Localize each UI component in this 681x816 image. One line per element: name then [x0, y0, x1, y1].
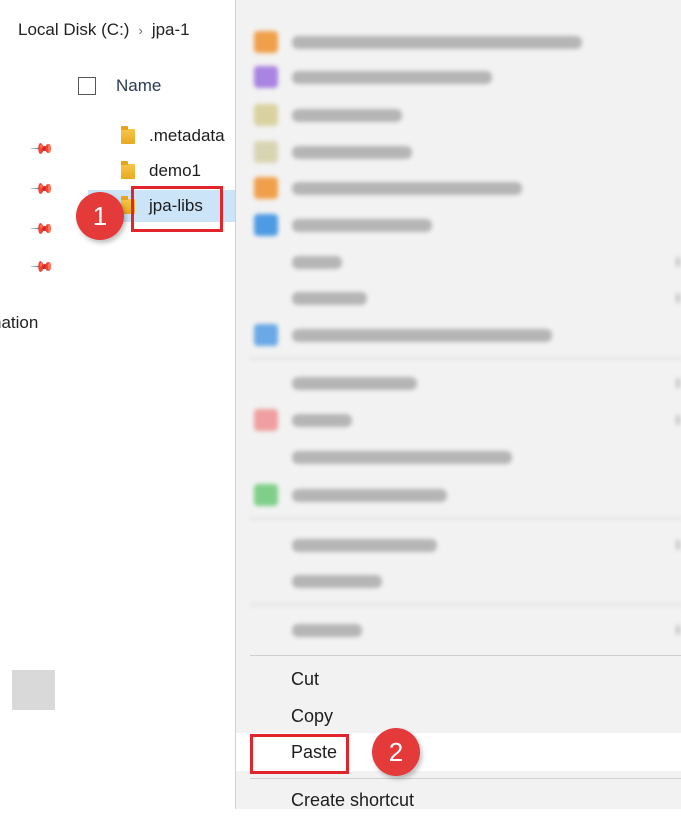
snagit-icon — [254, 409, 278, 431]
menu-item-blurred[interactable] — [292, 283, 367, 313]
archive-icon — [254, 484, 278, 506]
menu-item-blurred[interactable] — [254, 137, 412, 167]
select-all-checkbox[interactable] — [78, 77, 96, 95]
breadcrumb-local-disk[interactable]: Local Disk (C:) — [18, 20, 129, 40]
pin-icon[interactable]: 📌 — [29, 176, 55, 202]
file-name: demo1 — [149, 161, 201, 180]
folder-icon — [121, 125, 135, 144]
column-header-name[interactable]: Name — [116, 76, 161, 96]
menu-item-blurred[interactable] — [254, 62, 492, 92]
menu-item-blurred[interactable] — [254, 173, 522, 203]
step-badge-1: 1 — [76, 192, 124, 240]
nav-item-selected[interactable] — [12, 670, 55, 710]
breadcrumb: Local Disk (C:) › jpa-1 — [0, 0, 235, 60]
file-name: .metadata — [149, 126, 225, 145]
blurred-menu-items — [236, 0, 681, 655]
vscode-icon — [254, 214, 278, 236]
vlc-icon — [254, 31, 278, 53]
menu-item-blurred[interactable] — [254, 27, 582, 57]
menu-item-blurred[interactable] — [254, 405, 352, 435]
vlc-icon — [254, 177, 278, 199]
menu-item-cut[interactable]: Cut — [291, 663, 319, 695]
visual-studio-icon — [254, 66, 278, 88]
file-row-demo1[interactable]: demo1 — [88, 155, 235, 187]
menu-item-blurred[interactable] — [254, 100, 402, 130]
nav-item-partial[interactable]: nation — [0, 313, 38, 333]
chevron-right-icon[interactable]: › — [138, 23, 142, 38]
menu-item-blurred[interactable] — [292, 368, 417, 398]
pin-icon[interactable]: 📌 — [29, 216, 55, 242]
menu-item-blurred[interactable] — [254, 480, 447, 510]
pin-icon[interactable]: 📌 — [29, 136, 55, 162]
file-row-metadata[interactable]: .metadata — [88, 120, 235, 152]
menu-item-blurred[interactable] — [254, 210, 432, 240]
highlight-box-jpa-libs — [131, 186, 223, 232]
folder-icon — [121, 160, 135, 179]
menu-separator — [250, 778, 681, 779]
menu-item-blurred[interactable] — [292, 615, 362, 645]
menu-item-blurred[interactable] — [292, 566, 382, 596]
menu-item-copy[interactable]: Copy — [291, 700, 333, 732]
menu-item-blurred[interactable] — [292, 530, 437, 560]
defender-icon — [254, 324, 278, 346]
breadcrumb-jpa-1[interactable]: jpa-1 — [152, 20, 190, 40]
column-header-row: Name — [78, 74, 161, 98]
menu-item-blurred[interactable] — [254, 320, 552, 350]
menu-separator — [250, 655, 681, 656]
context-menu: Cut Copy Paste Create shortcut — [235, 0, 681, 810]
menu-item-blurred[interactable] — [292, 442, 512, 472]
menu-item-blurred[interactable] — [292, 247, 342, 277]
pin-icon[interactable]: 📌 — [29, 254, 55, 280]
step-badge-2: 2 — [372, 728, 420, 776]
git-gui-icon — [254, 104, 278, 126]
git-bash-icon — [254, 141, 278, 163]
highlight-box-paste — [250, 734, 349, 774]
menu-item-create-shortcut[interactable]: Create shortcut — [291, 784, 414, 816]
